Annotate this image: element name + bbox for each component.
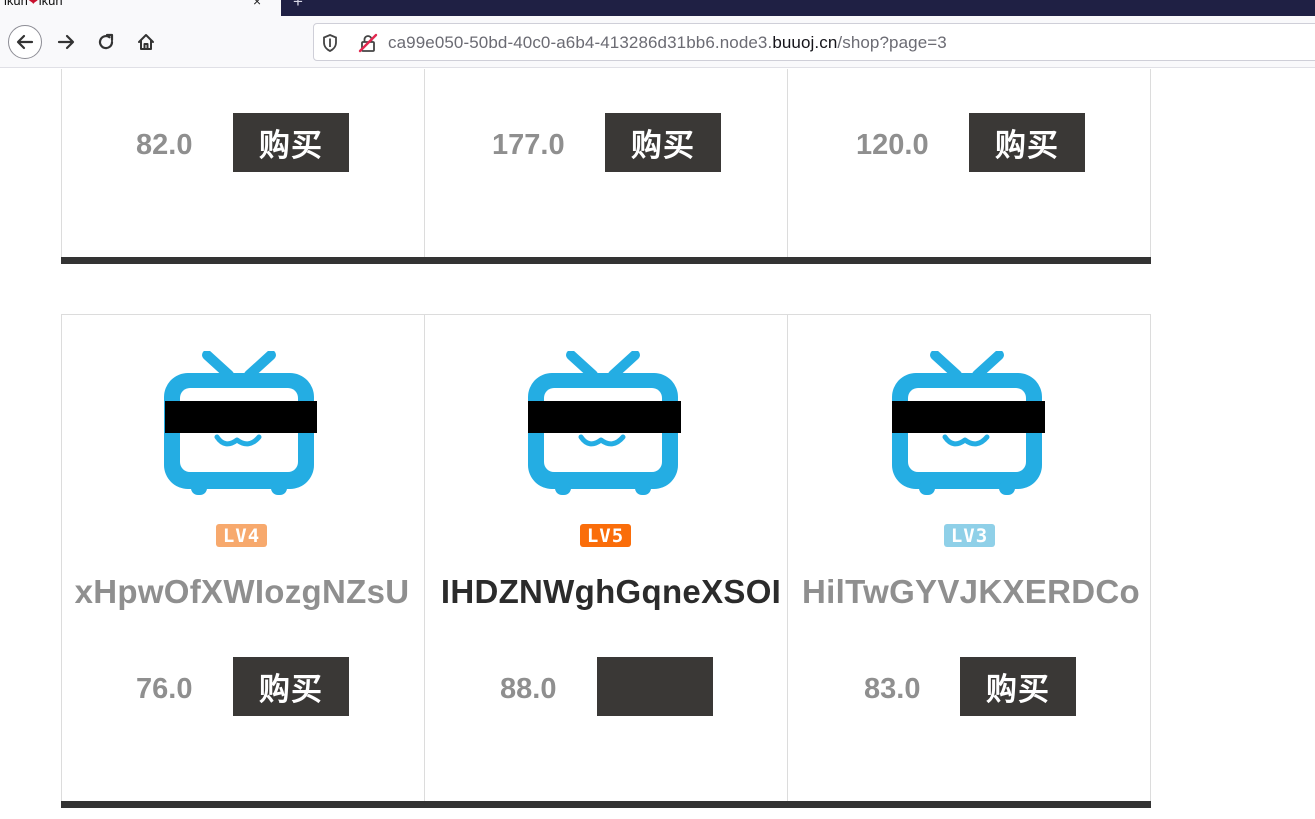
- card-bottom-bar: [787, 257, 1151, 264]
- product-card: LV3 HilTwGYVJKXERDCo 83.0 购买: [787, 314, 1151, 808]
- product-price: 83.0: [864, 673, 921, 705]
- product-card: LV4 xHpwOfXWIozgNZsU 76.0 购买: [61, 314, 425, 808]
- product-price: 76.0: [136, 673, 193, 705]
- censor-bar: [165, 401, 317, 433]
- level-badge: LV4: [215, 523, 268, 548]
- buy-button[interactable]: [597, 657, 713, 716]
- buy-button[interactable]: 购买: [969, 113, 1085, 172]
- url-text[interactable]: ca99e050-50bd-40c0-a6b4-413286d31bb6.nod…: [388, 33, 947, 53]
- home-icon: [138, 34, 154, 50]
- buy-button[interactable]: 购买: [233, 657, 349, 716]
- tab-title: ikun❤ikun: [4, 0, 63, 9]
- product-card: LV5 IHDZNWghGqneXSOI 88.0: [424, 314, 788, 808]
- address-bar[interactable]: ca99e050-50bd-40c0-a6b4-413286d31bb6.nod…: [313, 23, 1315, 61]
- forward-button[interactable]: [49, 25, 83, 59]
- buy-button[interactable]: 购买: [233, 113, 349, 172]
- heart-icon: ❤: [27, 0, 39, 8]
- censor-bar: [892, 401, 1045, 433]
- level-text: LV3: [950, 524, 989, 547]
- tab-close-button[interactable]: ×: [253, 0, 261, 9]
- level-badge: LV3: [943, 523, 996, 548]
- product-card: 82.0 购买: [61, 69, 425, 264]
- insecure-lock-icon[interactable]: [358, 33, 378, 58]
- product-name: HilTwGYVJKXERDCo: [802, 573, 1140, 610]
- card-bottom-bar: [424, 257, 788, 264]
- arrow-right-icon: [57, 34, 75, 50]
- nav-toolbar: ca99e050-50bd-40c0-a6b4-413286d31bb6.nod…: [0, 16, 1315, 68]
- card-bottom-bar: [61, 801, 425, 808]
- level-badge: LV5: [579, 523, 632, 548]
- product-price: 120.0: [856, 129, 929, 161]
- product-name: xHpwOfXWIozgNZsU: [74, 573, 410, 610]
- product-price: 88.0: [500, 673, 557, 705]
- new-tab-button[interactable]: +: [293, 0, 303, 12]
- product-price: 177.0: [492, 129, 565, 161]
- card-bottom-bar: [61, 257, 425, 264]
- active-tab[interactable]: ikun❤ikun ×: [0, 0, 281, 16]
- product-price: 82.0: [136, 129, 193, 161]
- product-card: 120.0 购买: [787, 69, 1151, 264]
- shield-icon[interactable]: [322, 34, 338, 57]
- buy-button[interactable]: 购买: [605, 113, 721, 172]
- level-text: LV5: [586, 524, 625, 547]
- arrow-left-icon: [16, 34, 34, 50]
- reload-icon: [98, 33, 114, 50]
- card-bottom-bar: [424, 801, 788, 808]
- back-button[interactable]: [8, 25, 42, 59]
- tab-strip: ikun❤ikun × +: [0, 0, 1315, 16]
- product-name: IHDZNWghGqneXSOI: [440, 573, 782, 610]
- censor-bar: [528, 401, 681, 433]
- buy-button[interactable]: 购买: [960, 657, 1076, 716]
- home-button[interactable]: [129, 25, 163, 59]
- reload-button[interactable]: [89, 25, 123, 59]
- card-bottom-bar: [787, 801, 1151, 808]
- product-card: 177.0 购买: [424, 69, 788, 264]
- level-text: LV4: [222, 524, 261, 547]
